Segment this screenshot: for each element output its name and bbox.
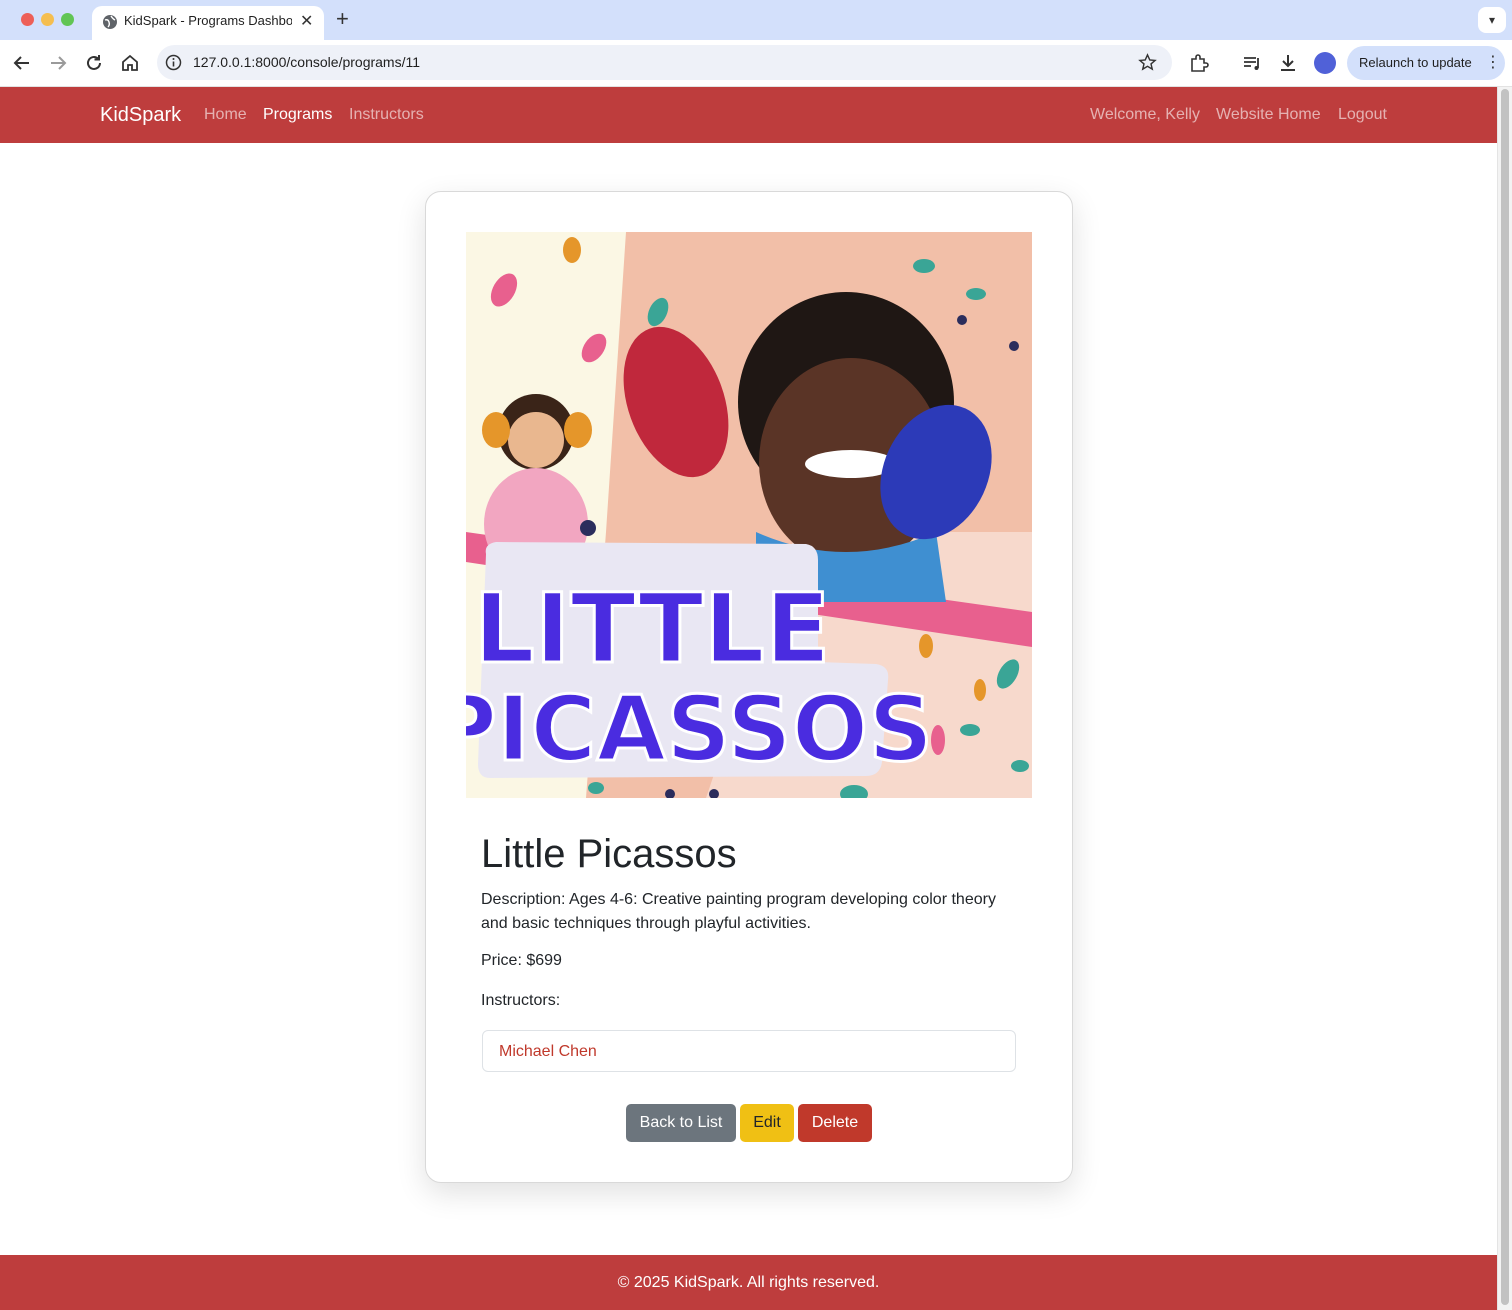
program-hero-image: LITTLE PICASSOS [466, 232, 1032, 798]
instructor-list: Michael Chen [482, 1030, 1016, 1072]
tab-search-chevron-icon[interactable]: ▾ [1478, 7, 1506, 33]
page-scrollbar[interactable] [1497, 87, 1512, 1310]
back-arrow-icon[interactable] [11, 52, 33, 74]
forward-arrow-icon[interactable] [47, 52, 69, 74]
browser-tab-bar: KidSpark - Programs Dashboard ✕ + ▾ [0, 0, 1512, 40]
address-bar[interactable]: 127.0.0.1:8000/console/programs/11 [157, 45, 1172, 80]
nav-link-home[interactable]: Home [204, 106, 247, 124]
back-to-list-button[interactable]: Back to List [626, 1104, 736, 1142]
new-tab-icon[interactable]: + [336, 6, 349, 32]
delete-button[interactable]: Delete [798, 1104, 872, 1142]
profile-avatar[interactable] [1314, 52, 1336, 74]
svg-text:LITTLE: LITTLE [474, 573, 831, 685]
site-footer: © 2025 KidSpark. All rights reserved. [0, 1255, 1497, 1310]
globe-icon [103, 15, 117, 29]
extensions-puzzle-icon[interactable] [1188, 52, 1210, 74]
scrollbar-thumb[interactable] [1501, 89, 1509, 1305]
welcome-user-text: Welcome, Kelly [1090, 106, 1200, 123]
window-zoom-control[interactable] [61, 13, 74, 26]
nav-link-website-home[interactable]: Website Home [1216, 106, 1321, 124]
tab-title: KidSpark - Programs Dashboard [124, 13, 292, 28]
edit-button[interactable]: Edit [740, 1104, 794, 1142]
relaunch-label: Relaunch to update [1359, 55, 1472, 70]
reload-icon[interactable] [83, 52, 105, 74]
nav-link-programs[interactable]: Programs [263, 106, 332, 124]
instructors-label: Instructors: [481, 992, 561, 1009]
brand-link[interactable]: KidSpark [100, 104, 181, 127]
nav-link-instructors[interactable]: Instructors [349, 106, 424, 124]
more-menu-icon[interactable]: ⋮ [1485, 52, 1501, 72]
relaunch-to-update-button[interactable]: Relaunch to update ⋮ [1347, 46, 1505, 80]
tab-close-icon[interactable]: ✕ [300, 11, 313, 31]
browser-tab[interactable]: KidSpark - Programs Dashboard ✕ [92, 6, 324, 40]
footer-copyright: © 2025 KidSpark. All rights reserved. [617, 1274, 880, 1291]
svg-text:PICASSOS: PICASSOS [466, 677, 933, 782]
nav-link-logout[interactable]: Logout [1338, 106, 1387, 124]
program-description: Description: Ages 4-6: Creative painting… [481, 891, 996, 932]
bookmark-star-icon[interactable] [1138, 53, 1157, 72]
program-detail-card: LITTLE PICASSOS Little Picassos Descript… [425, 191, 1073, 1183]
url-text: 127.0.0.1:8000/console/programs/11 [193, 54, 421, 70]
browser-toolbar: 127.0.0.1:8000/console/programs/11 Relau… [0, 40, 1512, 87]
program-title: Little Picassos [481, 832, 737, 876]
home-icon[interactable] [119, 52, 141, 74]
instructor-link-michael-chen[interactable]: Michael Chen [499, 1043, 597, 1061]
window-minimize-control[interactable] [41, 13, 54, 26]
site-info-icon[interactable] [165, 54, 182, 71]
window-close-control[interactable] [21, 13, 34, 26]
program-price: Price: $699 [481, 952, 562, 969]
media-playlist-icon[interactable] [1241, 52, 1263, 74]
download-icon[interactable] [1277, 52, 1299, 74]
site-navbar: KidSpark Home Programs Instructors Welco… [0, 87, 1497, 143]
